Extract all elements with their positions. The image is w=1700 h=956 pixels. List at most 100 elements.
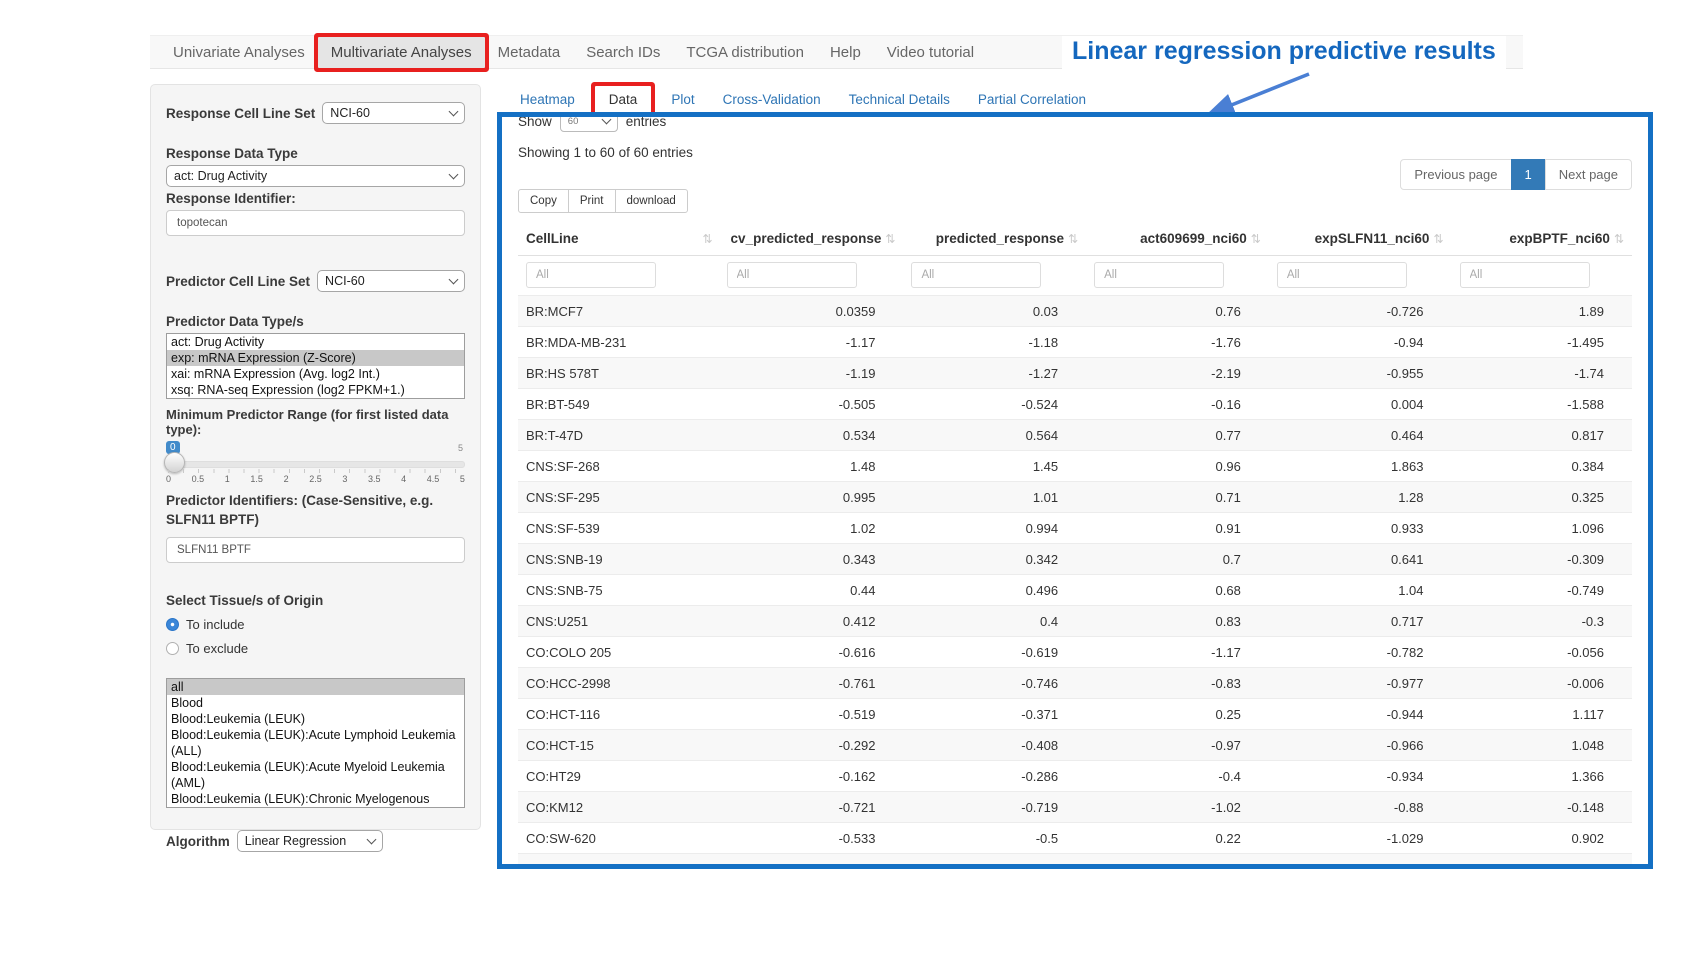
cell-line-name: BR:MDA-MB-231 bbox=[518, 327, 719, 358]
cell-value: 0.496 bbox=[903, 575, 1086, 606]
nav-item-metadata[interactable]: Metadata bbox=[485, 37, 574, 68]
result-tabs: HeatmapDataPlotCross-ValidationTechnical… bbox=[506, 86, 1100, 113]
tab-data[interactable]: Data bbox=[595, 86, 652, 113]
cell-line-name: LE:CCRF-CEM bbox=[518, 854, 719, 870]
cell-value: 0.342 bbox=[903, 544, 1086, 575]
column-label: expBPTF_nci60 bbox=[1509, 231, 1610, 246]
cell-value: 1.45 bbox=[903, 451, 1086, 482]
cell-line-name: CNS:SNB-19 bbox=[518, 544, 719, 575]
cell-value: -0.83 bbox=[1086, 668, 1269, 699]
cell-value: -0.16 bbox=[1086, 389, 1269, 420]
tissue-option-blood-leukemia-leuk[interactable]: Blood:Leukemia (LEUK) bbox=[167, 711, 464, 727]
cell-value: -0.162 bbox=[719, 761, 904, 792]
tab-heatmap[interactable]: Heatmap bbox=[506, 86, 589, 113]
data-type-option-exp-mrna-expression-z-score[interactable]: exp: mRNA Expression (Z-Score) bbox=[167, 350, 464, 366]
entries-count-select[interactable]: 60 bbox=[560, 112, 618, 132]
response-data-type-select[interactable]: act: Drug Activity bbox=[166, 165, 465, 187]
table-row: BR:BT-549-0.505-0.524-0.160.004-1.588 bbox=[518, 389, 1632, 420]
slider-track[interactable] bbox=[166, 461, 465, 468]
cell-line-name: CO:COLO 205 bbox=[518, 637, 719, 668]
cell-value: -0.977 bbox=[1269, 668, 1452, 699]
response-cell-line-set-select[interactable]: NCI-60 bbox=[322, 102, 465, 124]
show-label: Show bbox=[518, 114, 552, 129]
page-1-button[interactable]: 1 bbox=[1511, 159, 1546, 190]
cell-value: -0.721 bbox=[719, 792, 904, 823]
cell-line-name: CNS:SF-295 bbox=[518, 482, 719, 513]
tissue-option-all[interactable]: all bbox=[167, 679, 464, 695]
predictor-data-type-list[interactable]: act: Drug Activityexp: mRNA Expression (… bbox=[166, 333, 465, 399]
filter-input-cv-predicted-response[interactable] bbox=[727, 262, 857, 288]
sort-icon: ⇅ bbox=[885, 232, 895, 246]
cell-value: -1.18 bbox=[903, 327, 1086, 358]
filter-input-expbptf-nci60[interactable] bbox=[1460, 262, 1590, 288]
tissue-option-blood-leukemia-leuk-acute-lymphoid-leukemia-all[interactable]: Blood:Leukemia (LEUK):Acute Lymphoid Leu… bbox=[167, 727, 464, 759]
cell-value: -1.17 bbox=[1086, 637, 1269, 668]
tab-plot[interactable]: Plot bbox=[657, 86, 708, 113]
next-page-button[interactable]: Next page bbox=[1545, 159, 1632, 190]
data-type-option-act-drug-activity[interactable]: act: Drug Activity bbox=[167, 334, 464, 350]
filter-input-expslfn11-nci60[interactable] bbox=[1277, 262, 1407, 288]
table-row: BR:T-47D0.5340.5640.770.4640.817 bbox=[518, 420, 1632, 451]
min-predictor-range-slider[interactable]: 0 5 00.511.522.533.544.55 bbox=[166, 441, 465, 491]
predictor-data-type-label: Predictor Data Type/s bbox=[166, 314, 465, 329]
previous-page-button[interactable]: Previous page bbox=[1400, 159, 1511, 190]
nav-item-video-tutorial[interactable]: Video tutorial bbox=[874, 37, 987, 68]
filter-input-cellline[interactable] bbox=[526, 262, 656, 288]
cell-value: 0.44 bbox=[719, 575, 904, 606]
chevron-down-icon bbox=[449, 170, 459, 180]
slider-tick-label: 4 bbox=[401, 474, 406, 484]
column-header-cv-predicted-response[interactable]: cv_predicted_response⇅ bbox=[719, 222, 904, 256]
download-button[interactable]: download bbox=[615, 189, 688, 213]
column-header-cellline[interactable]: CellLine⇅ bbox=[518, 222, 719, 256]
tissue-list[interactable]: allBloodBlood:Leukemia (LEUK)Blood:Leuke… bbox=[166, 678, 465, 808]
cell-value: 0.464 bbox=[1269, 420, 1452, 451]
cell-value: 0.902 bbox=[1452, 823, 1633, 854]
response-identifier-input[interactable] bbox=[166, 210, 465, 236]
nav-item-search-ids[interactable]: Search IDs bbox=[573, 37, 673, 68]
cell-value: -0.88 bbox=[1269, 792, 1452, 823]
cell-value: 1.096 bbox=[1452, 513, 1633, 544]
column-label: act609699_nci60 bbox=[1140, 231, 1247, 246]
to-include-radio[interactable] bbox=[166, 618, 179, 631]
annotation-title: Linear regression predictive results bbox=[1062, 36, 1506, 69]
cell-value: 0.325 bbox=[1452, 482, 1633, 513]
predictor-identifiers-input[interactable] bbox=[166, 537, 465, 563]
cell-value: -0.746 bbox=[903, 668, 1086, 699]
cell-value: -2.19 bbox=[1086, 358, 1269, 389]
cell-value: 0.77 bbox=[1086, 420, 1269, 451]
predictor-cell-line-set-select[interactable]: NCI-60 bbox=[317, 270, 465, 292]
algorithm-select[interactable]: Linear Regression bbox=[237, 830, 383, 852]
nav-item-tcga-distribution[interactable]: TCGA distribution bbox=[673, 37, 817, 68]
pagination: Previous page 1 Next page bbox=[1400, 159, 1632, 190]
filter-input-predicted-response[interactable] bbox=[911, 262, 1041, 288]
column-header-expslfn11-nci60[interactable]: expSLFN11_nci60⇅ bbox=[1269, 222, 1452, 256]
cell-line-name: BR:HS 578T bbox=[518, 358, 719, 389]
column-header-expbptf-nci60[interactable]: expBPTF_nci60⇅ bbox=[1452, 222, 1633, 256]
cell-value: -0.4 bbox=[1086, 761, 1269, 792]
data-type-option-xsq-rna-seq-expression-log2-fpkm-1[interactable]: xsq: RNA-seq Expression (log2 FPKM+1.) bbox=[167, 382, 464, 398]
column-header-predicted-response[interactable]: predicted_response⇅ bbox=[903, 222, 1086, 256]
to-exclude-radio[interactable] bbox=[166, 642, 179, 655]
tab-technical-details[interactable]: Technical Details bbox=[835, 86, 964, 113]
column-header-act609699-nci60[interactable]: act609699_nci60⇅ bbox=[1086, 222, 1269, 256]
print-button[interactable]: Print bbox=[568, 189, 616, 213]
tab-partial-correlation[interactable]: Partial Correlation bbox=[964, 86, 1100, 113]
filter-input-act609699-nci60[interactable] bbox=[1094, 262, 1224, 288]
cell-line-name: CNS:SNB-75 bbox=[518, 575, 719, 606]
cell-value: -0.286 bbox=[903, 761, 1086, 792]
cell-value: -0.782 bbox=[1269, 637, 1452, 668]
cell-value: 0.71 bbox=[1086, 482, 1269, 513]
data-type-option-xai-mrna-expression-avg-log2-int[interactable]: xai: mRNA Expression (Avg. log2 Int.) bbox=[167, 366, 464, 382]
tissue-option-blood-leukemia-leuk-acute-myeloid-leukemia-aml[interactable]: Blood:Leukemia (LEUK):Acute Myeloid Leuk… bbox=[167, 759, 464, 791]
tissue-option-blood[interactable]: Blood bbox=[167, 695, 464, 711]
copy-button[interactable]: Copy bbox=[518, 189, 569, 213]
nav-item-multivariate-analyses[interactable]: Multivariate Analyses bbox=[318, 37, 485, 68]
nav-item-help[interactable]: Help bbox=[817, 37, 874, 68]
tab-cross-validation[interactable]: Cross-Validation bbox=[709, 86, 835, 113]
cell-value: -0.94 bbox=[1269, 327, 1452, 358]
cell-value: -1.17 bbox=[719, 327, 904, 358]
tissue-option-blood-leukemia-leuk-chronic-myelogenous-leukemia-cml[interactable]: Blood:Leukemia (LEUK):Chronic Myelogenou… bbox=[167, 791, 464, 808]
slider-tick-label: 0 bbox=[166, 474, 171, 484]
algorithm-value: Linear Regression bbox=[245, 834, 346, 848]
nav-item-univariate-analyses[interactable]: Univariate Analyses bbox=[160, 37, 318, 68]
